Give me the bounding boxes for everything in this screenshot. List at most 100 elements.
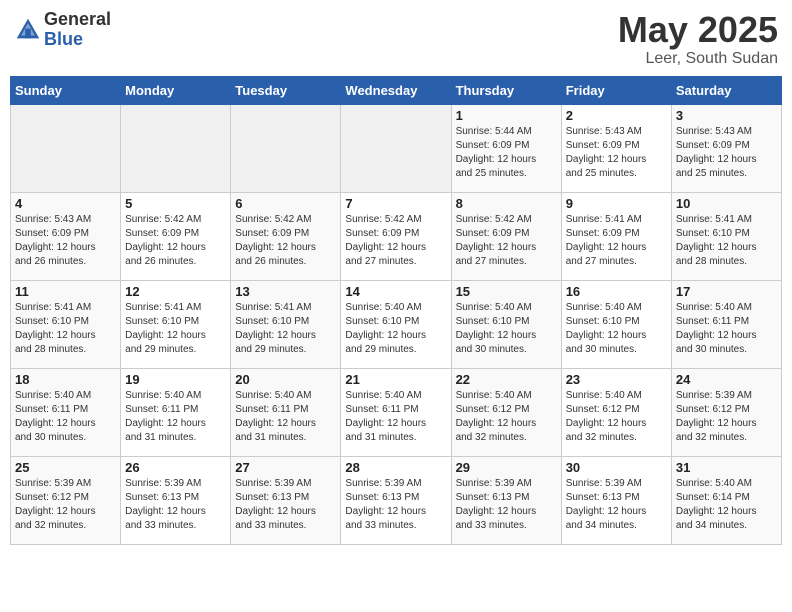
calendar-cell: 26 Sunrise: 5:39 AM Sunset: 6:13 PM Dayli…: [121, 456, 231, 544]
day-number: 2: [566, 108, 667, 123]
calendar-cell: 9Sunrise: 5:41 AM Sunset: 6:09 PM Daylig…: [561, 192, 671, 280]
day-number: 11: [15, 284, 116, 299]
calendar-cell: 20 Sunrise: 5:40 AM Sunset: 6:11 PM Dayli…: [231, 368, 341, 456]
day-info: Sunrise: 5:41 AM Sunset: 6:10 PM Dayligh…: [235, 301, 336, 357]
day-number: 28: [345, 460, 446, 475]
calendar-cell: 10Sunrise: 5:41 AM Sunset: 6:10 PM Dayli…: [671, 192, 781, 280]
day-number: 8: [456, 196, 557, 211]
calendar-cell: 7 Sunrise: 5:42 AM Sunset: 6:09 PM Daylig…: [341, 192, 451, 280]
day-number: 26: [125, 460, 226, 475]
calendar-header-row: SundayMondayTuesdayWednesdayThursdayFrid…: [11, 76, 782, 104]
calendar-cell: 19Sunrise: 5:40 AM Sunset: 6:11 PM Dayli…: [121, 368, 231, 456]
day-number: 21: [345, 372, 446, 387]
calendar-cell: 24 Sunrise: 5:39 AM Sunset: 6:12 PM Dayli…: [671, 368, 781, 456]
day-number: 19: [125, 372, 226, 387]
day-number: 6: [235, 196, 336, 211]
day-info: Sunrise: 5:42 AM Sunset: 6:09 PM Dayligh…: [235, 213, 336, 269]
day-info: Sunrise: 5:43 AM Sunset: 6:09 PM Dayligh…: [676, 125, 777, 181]
calendar-cell: [341, 104, 451, 192]
calendar: SundayMondayTuesdayWednesdayThursdayFrid…: [10, 76, 782, 545]
day-number: 18: [15, 372, 116, 387]
logo-general-text: General: [44, 10, 111, 30]
day-number: 31: [676, 460, 777, 475]
day-info: Sunrise: 5:42 AM Sunset: 6:09 PM Dayligh…: [456, 213, 557, 269]
logo: General Blue: [14, 10, 111, 50]
column-header-saturday: Saturday: [671, 76, 781, 104]
calendar-cell: 23 Sunrise: 5:40 AM Sunset: 6:12 PM Dayli…: [561, 368, 671, 456]
calendar-cell: 27Sunrise: 5:39 AM Sunset: 6:13 PM Dayli…: [231, 456, 341, 544]
calendar-cell: 6 Sunrise: 5:42 AM Sunset: 6:09 PM Daylig…: [231, 192, 341, 280]
day-number: 20: [235, 372, 336, 387]
day-number: 9: [566, 196, 667, 211]
day-info: Sunrise: 5:40 AM Sunset: 6:11 PM Dayligh…: [345, 389, 446, 445]
logo-icon: [14, 16, 42, 44]
day-number: 7: [345, 196, 446, 211]
day-info: Sunrise: 5:40 AM Sunset: 6:11 PM Dayligh…: [235, 389, 336, 445]
column-header-thursday: Thursday: [451, 76, 561, 104]
day-info: Sunrise: 5:40 AM Sunset: 6:11 PM Dayligh…: [15, 389, 116, 445]
day-info: Sunrise: 5:40 AM Sunset: 6:14 PM Dayligh…: [676, 477, 777, 533]
day-number: 25: [15, 460, 116, 475]
location: Leer, South Sudan: [618, 50, 778, 68]
calendar-cell: [231, 104, 341, 192]
day-info: Sunrise: 5:40 AM Sunset: 6:10 PM Dayligh…: [345, 301, 446, 357]
calendar-cell: 22Sunrise: 5:40 AM Sunset: 6:12 PM Dayli…: [451, 368, 561, 456]
day-info: Sunrise: 5:40 AM Sunset: 6:10 PM Dayligh…: [566, 301, 667, 357]
day-info: Sunrise: 5:41 AM Sunset: 6:10 PM Dayligh…: [676, 213, 777, 269]
day-info: Sunrise: 5:44 AM Sunset: 6:09 PM Dayligh…: [456, 125, 557, 181]
logo-text: General Blue: [44, 10, 111, 50]
calendar-cell: 17Sunrise: 5:40 AM Sunset: 6:11 PM Dayli…: [671, 280, 781, 368]
calendar-cell: 25 Sunrise: 5:39 AM Sunset: 6:12 PM Dayli…: [11, 456, 121, 544]
day-number: 1: [456, 108, 557, 123]
day-number: 23: [566, 372, 667, 387]
day-info: Sunrise: 5:39 AM Sunset: 6:13 PM Dayligh…: [125, 477, 226, 533]
week-row-4: 18 Sunrise: 5:40 AM Sunset: 6:11 PM Dayli…: [11, 368, 782, 456]
page-header: General Blue May 2025 Leer, South Sudan: [10, 10, 782, 68]
day-info: Sunrise: 5:43 AM Sunset: 6:09 PM Dayligh…: [566, 125, 667, 181]
calendar-cell: 8 Sunrise: 5:42 AM Sunset: 6:09 PM Daylig…: [451, 192, 561, 280]
calendar-cell: 13Sunrise: 5:41 AM Sunset: 6:10 PM Dayli…: [231, 280, 341, 368]
calendar-cell: 1 Sunrise: 5:44 AM Sunset: 6:09 PM Daylig…: [451, 104, 561, 192]
column-header-tuesday: Tuesday: [231, 76, 341, 104]
calendar-cell: 5Sunrise: 5:42 AM Sunset: 6:09 PM Daylig…: [121, 192, 231, 280]
day-info: Sunrise: 5:39 AM Sunset: 6:13 PM Dayligh…: [456, 477, 557, 533]
day-info: Sunrise: 5:40 AM Sunset: 6:12 PM Dayligh…: [566, 389, 667, 445]
day-info: Sunrise: 5:41 AM Sunset: 6:10 PM Dayligh…: [125, 301, 226, 357]
week-row-3: 11 Sunrise: 5:41 AM Sunset: 6:10 PM Dayli…: [11, 280, 782, 368]
calendar-cell: [121, 104, 231, 192]
calendar-cell: 21 Sunrise: 5:40 AM Sunset: 6:11 PM Dayli…: [341, 368, 451, 456]
calendar-cell: 12Sunrise: 5:41 AM Sunset: 6:10 PM Dayli…: [121, 280, 231, 368]
day-info: Sunrise: 5:39 AM Sunset: 6:13 PM Dayligh…: [345, 477, 446, 533]
day-number: 3: [676, 108, 777, 123]
calendar-cell: 2 Sunrise: 5:43 AM Sunset: 6:09 PM Daylig…: [561, 104, 671, 192]
calendar-cell: 30 Sunrise: 5:39 AM Sunset: 6:13 PM Dayli…: [561, 456, 671, 544]
column-header-sunday: Sunday: [11, 76, 121, 104]
month-title: May 2025: [618, 10, 778, 50]
week-row-5: 25 Sunrise: 5:39 AM Sunset: 6:12 PM Dayli…: [11, 456, 782, 544]
week-row-2: 4 Sunrise: 5:43 AM Sunset: 6:09 PM Daylig…: [11, 192, 782, 280]
day-number: 29: [456, 460, 557, 475]
calendar-cell: 15Sunrise: 5:40 AM Sunset: 6:10 PM Dayli…: [451, 280, 561, 368]
day-number: 4: [15, 196, 116, 211]
day-number: 24: [676, 372, 777, 387]
column-header-friday: Friday: [561, 76, 671, 104]
day-info: Sunrise: 5:42 AM Sunset: 6:09 PM Dayligh…: [345, 213, 446, 269]
calendar-cell: 4 Sunrise: 5:43 AM Sunset: 6:09 PM Daylig…: [11, 192, 121, 280]
day-info: Sunrise: 5:40 AM Sunset: 6:12 PM Dayligh…: [456, 389, 557, 445]
day-info: Sunrise: 5:39 AM Sunset: 6:13 PM Dayligh…: [235, 477, 336, 533]
column-header-monday: Monday: [121, 76, 231, 104]
day-number: 16: [566, 284, 667, 299]
day-number: 15: [456, 284, 557, 299]
day-number: 30: [566, 460, 667, 475]
week-row-1: 1 Sunrise: 5:44 AM Sunset: 6:09 PM Daylig…: [11, 104, 782, 192]
day-number: 17: [676, 284, 777, 299]
calendar-cell: 31 Sunrise: 5:40 AM Sunset: 6:14 PM Dayli…: [671, 456, 781, 544]
calendar-cell: [11, 104, 121, 192]
day-info: Sunrise: 5:41 AM Sunset: 6:10 PM Dayligh…: [15, 301, 116, 357]
calendar-cell: 11 Sunrise: 5:41 AM Sunset: 6:10 PM Dayli…: [11, 280, 121, 368]
calendar-cell: 14Sunrise: 5:40 AM Sunset: 6:10 PM Dayli…: [341, 280, 451, 368]
day-info: Sunrise: 5:39 AM Sunset: 6:12 PM Dayligh…: [676, 389, 777, 445]
day-info: Sunrise: 5:43 AM Sunset: 6:09 PM Dayligh…: [15, 213, 116, 269]
day-info: Sunrise: 5:39 AM Sunset: 6:12 PM Dayligh…: [15, 477, 116, 533]
day-info: Sunrise: 5:39 AM Sunset: 6:13 PM Dayligh…: [566, 477, 667, 533]
